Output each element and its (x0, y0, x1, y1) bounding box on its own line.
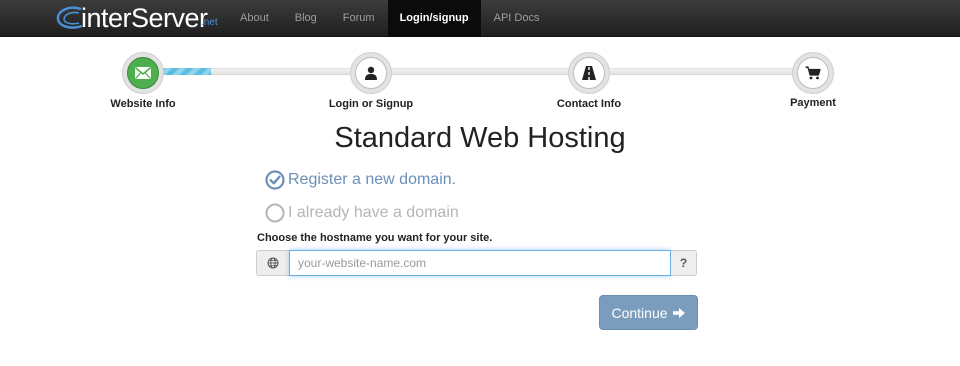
step-circle (792, 52, 834, 94)
nav-blog[interactable]: Blog (282, 0, 330, 37)
globe-icon (267, 257, 279, 269)
cart-icon (805, 66, 821, 80)
empty-circle-icon (265, 203, 285, 223)
continue-label: Continue (611, 304, 668, 321)
progress-track (144, 68, 814, 75)
logo-tld: .net (201, 17, 218, 28)
nav-about[interactable]: About (227, 0, 282, 37)
interserver-logo[interactable]: interServer .net (55, 2, 225, 36)
step-label: Contact Info (556, 98, 622, 110)
hostname-input[interactable] (289, 250, 671, 276)
top-navbar: interServer .net About Blog Forum Login/… (0, 0, 960, 37)
step-contact-info[interactable]: Contact Info (514, 52, 664, 110)
road-icon (582, 66, 596, 80)
globe-addon (256, 250, 289, 276)
logo-text: interServer (81, 3, 208, 33)
help-button[interactable]: ? (671, 250, 697, 276)
nav-login-signup[interactable]: Login/signup (387, 0, 481, 37)
progress-wizard: Website Info Login or Signup Contact Inf… (0, 44, 960, 119)
nav-api-docs[interactable]: API Docs (481, 0, 553, 37)
check-circle-icon (265, 170, 285, 190)
arrow-right-icon (672, 307, 686, 319)
hostname-input-group: ? (256, 250, 697, 276)
step-circle (568, 52, 610, 94)
page-title: Standard Web Hosting (334, 122, 626, 154)
register-domain-option[interactable]: Register a new domain. (265, 170, 456, 190)
step-payment[interactable]: Payment (738, 52, 888, 109)
step-label: Login or Signup (328, 98, 414, 110)
step-website-info[interactable]: Website Info (68, 52, 218, 110)
nav-menu: About Blog Forum Login/signup API Docs (227, 0, 552, 37)
continue-button[interactable]: Continue (599, 295, 698, 330)
existing-domain-option[interactable]: I already have a domain (265, 203, 459, 223)
nav-forum[interactable]: Forum (330, 0, 388, 37)
user-icon (365, 66, 377, 80)
register-domain-label: Register a new domain. (288, 171, 457, 188)
hostname-label: Choose the hostname you want for your si… (257, 232, 493, 244)
step-circle (350, 52, 392, 94)
step-circle (122, 52, 164, 94)
existing-domain-label: I already have a domain (288, 204, 459, 221)
envelope-icon (134, 67, 152, 79)
step-label: Payment (790, 97, 836, 109)
step-label: Website Info (110, 98, 176, 110)
step-login-signup[interactable]: Login or Signup (296, 52, 446, 110)
